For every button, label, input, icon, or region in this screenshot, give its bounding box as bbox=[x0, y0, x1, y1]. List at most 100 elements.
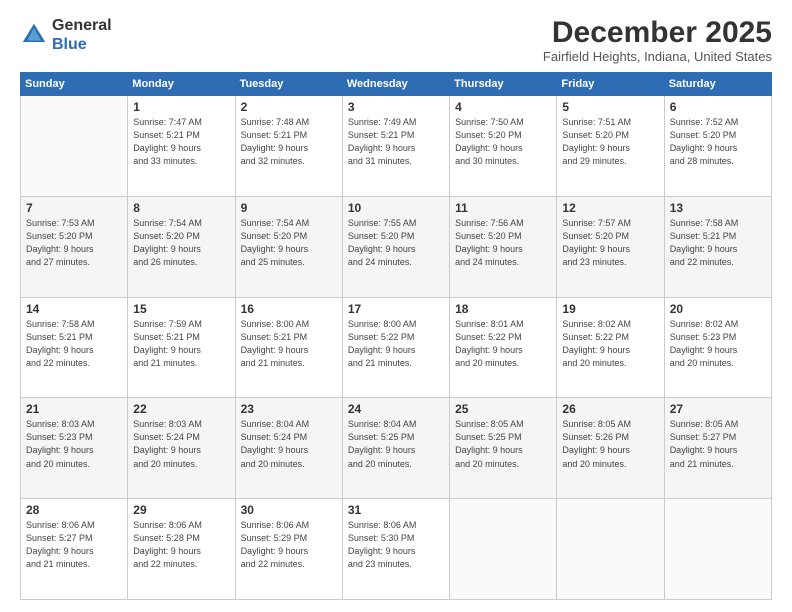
day-info: Sunrise: 8:06 AM Sunset: 5:30 PM Dayligh… bbox=[348, 519, 444, 571]
calendar-cell: 4Sunrise: 7:50 AM Sunset: 5:20 PM Daylig… bbox=[450, 96, 557, 197]
day-number: 12 bbox=[562, 201, 658, 215]
day-info: Sunrise: 7:51 AM Sunset: 5:20 PM Dayligh… bbox=[562, 116, 658, 168]
day-number: 11 bbox=[455, 201, 551, 215]
calendar-cell: 1 Sunrise: 7:47 AM Sunset: 5:21 PM Daylig… bbox=[128, 96, 235, 197]
day-number: 15 bbox=[133, 302, 229, 316]
day-info: Sunrise: 7:47 AM Sunset: 5:21 PM Dayligh… bbox=[133, 116, 229, 168]
calendar-week-row: 28 Sunrise: 8:06 AM Sunset: 5:27 PM Dayli… bbox=[21, 499, 772, 600]
calendar-cell: 14Sunrise: 7:58 AM Sunset: 5:21 PM Dayli… bbox=[21, 297, 128, 398]
day-info: Sunrise: 8:03 AM Sunset: 5:24 PM Dayligh… bbox=[133, 418, 229, 470]
title-block: December 2025 Fairfield Heights, Indiana… bbox=[543, 16, 772, 64]
logo-general: General bbox=[52, 17, 112, 34]
day-info: Sunrise: 7:52 AM Sunset: 5:20 PM Dayligh… bbox=[670, 116, 766, 168]
day-number: 22 bbox=[133, 402, 229, 416]
day-info: Sunrise: 7:55 AM Sunset: 5:20 PM Dayligh… bbox=[348, 217, 444, 269]
calendar-cell: 8Sunrise: 7:54 AM Sunset: 5:20 PM Daylig… bbox=[128, 196, 235, 297]
calendar-cell: 6 Sunrise: 7:52 AM Sunset: 5:20 PM Daylig… bbox=[664, 96, 771, 197]
page: General Blue December 2025 Fairfield Hei… bbox=[0, 0, 792, 612]
calendar-cell: 3Sunrise: 7:49 AM Sunset: 5:21 PM Daylig… bbox=[342, 96, 449, 197]
day-number: 10 bbox=[348, 201, 444, 215]
day-info: Sunrise: 8:04 AM Sunset: 5:25 PM Dayligh… bbox=[348, 418, 444, 470]
day-number: 2 bbox=[241, 100, 337, 114]
logo-text: General Blue bbox=[52, 16, 112, 54]
calendar-cell: 20 Sunrise: 8:02 AM Sunset: 5:23 PM Dayli… bbox=[664, 297, 771, 398]
day-info: Sunrise: 7:54 AM Sunset: 5:20 PM Dayligh… bbox=[241, 217, 337, 269]
day-number: 29 bbox=[133, 503, 229, 517]
header: General Blue December 2025 Fairfield Hei… bbox=[20, 16, 772, 64]
day-number: 21 bbox=[26, 402, 122, 416]
calendar-cell: 21 Sunrise: 8:03 AM Sunset: 5:23 PM Dayli… bbox=[21, 398, 128, 499]
day-number: 5 bbox=[562, 100, 658, 114]
day-info: Sunrise: 7:48 AM Sunset: 5:21 PM Dayligh… bbox=[241, 116, 337, 168]
day-number: 19 bbox=[562, 302, 658, 316]
calendar-cell: 23Sunrise: 8:04 AM Sunset: 5:24 PM Dayli… bbox=[235, 398, 342, 499]
day-number: 7 bbox=[26, 201, 122, 215]
day-info: Sunrise: 8:06 AM Sunset: 5:28 PM Dayligh… bbox=[133, 519, 229, 571]
weekday-header: Thursday bbox=[450, 73, 557, 96]
calendar-cell: 15 Sunrise: 7:59 AM Sunset: 5:21 PM Dayli… bbox=[128, 297, 235, 398]
calendar-week-row: 21 Sunrise: 8:03 AM Sunset: 5:23 PM Dayli… bbox=[21, 398, 772, 499]
calendar-cell: 7 Sunrise: 7:53 AM Sunset: 5:20 PM Daylig… bbox=[21, 196, 128, 297]
day-info: Sunrise: 8:02 AM Sunset: 5:23 PM Dayligh… bbox=[670, 318, 766, 370]
weekday-header: Wednesday bbox=[342, 73, 449, 96]
day-number: 28 bbox=[26, 503, 122, 517]
calendar-week-row: 14Sunrise: 7:58 AM Sunset: 5:21 PM Dayli… bbox=[21, 297, 772, 398]
calendar-cell: 9 Sunrise: 7:54 AM Sunset: 5:20 PM Daylig… bbox=[235, 196, 342, 297]
day-number: 16 bbox=[241, 302, 337, 316]
day-info: Sunrise: 8:05 AM Sunset: 5:25 PM Dayligh… bbox=[455, 418, 551, 470]
weekday-header: Monday bbox=[128, 73, 235, 96]
day-number: 26 bbox=[562, 402, 658, 416]
day-info: Sunrise: 8:05 AM Sunset: 5:26 PM Dayligh… bbox=[562, 418, 658, 470]
day-info: Sunrise: 8:04 AM Sunset: 5:24 PM Dayligh… bbox=[241, 418, 337, 470]
calendar-cell: 29 Sunrise: 8:06 AM Sunset: 5:28 PM Dayli… bbox=[128, 499, 235, 600]
calendar-cell: 10 Sunrise: 7:55 AM Sunset: 5:20 PM Dayli… bbox=[342, 196, 449, 297]
calendar-cell: 26 Sunrise: 8:05 AM Sunset: 5:26 PM Dayli… bbox=[557, 398, 664, 499]
calendar-header-row: SundayMondayTuesdayWednesdayThursdayFrid… bbox=[21, 73, 772, 96]
day-number: 13 bbox=[670, 201, 766, 215]
calendar-cell bbox=[450, 499, 557, 600]
day-info: Sunrise: 7:56 AM Sunset: 5:20 PM Dayligh… bbox=[455, 217, 551, 269]
day-number: 24 bbox=[348, 402, 444, 416]
day-number: 18 bbox=[455, 302, 551, 316]
calendar-cell: 11 Sunrise: 7:56 AM Sunset: 5:20 PM Dayli… bbox=[450, 196, 557, 297]
day-number: 25 bbox=[455, 402, 551, 416]
calendar-cell: 28 Sunrise: 8:06 AM Sunset: 5:27 PM Dayli… bbox=[21, 499, 128, 600]
calendar-cell bbox=[21, 96, 128, 197]
calendar-cell bbox=[664, 499, 771, 600]
calendar-cell: 30 Sunrise: 8:06 AM Sunset: 5:29 PM Dayli… bbox=[235, 499, 342, 600]
day-number: 17 bbox=[348, 302, 444, 316]
day-info: Sunrise: 8:03 AM Sunset: 5:23 PM Dayligh… bbox=[26, 418, 122, 470]
logo: General Blue bbox=[20, 16, 112, 54]
day-info: Sunrise: 8:06 AM Sunset: 5:29 PM Dayligh… bbox=[241, 519, 337, 571]
logo-blue: Blue bbox=[52, 36, 87, 53]
calendar-week-row: 7 Sunrise: 7:53 AM Sunset: 5:20 PM Daylig… bbox=[21, 196, 772, 297]
day-number: 30 bbox=[241, 503, 337, 517]
day-info: Sunrise: 8:00 AM Sunset: 5:21 PM Dayligh… bbox=[241, 318, 337, 370]
day-number: 4 bbox=[455, 100, 551, 114]
day-info: Sunrise: 8:05 AM Sunset: 5:27 PM Dayligh… bbox=[670, 418, 766, 470]
day-info: Sunrise: 7:58 AM Sunset: 5:21 PM Dayligh… bbox=[670, 217, 766, 269]
calendar-week-row: 1 Sunrise: 7:47 AM Sunset: 5:21 PM Daylig… bbox=[21, 96, 772, 197]
day-info: Sunrise: 7:59 AM Sunset: 5:21 PM Dayligh… bbox=[133, 318, 229, 370]
calendar-cell: 18Sunrise: 8:01 AM Sunset: 5:22 PM Dayli… bbox=[450, 297, 557, 398]
location: Fairfield Heights, Indiana, United State… bbox=[543, 49, 772, 64]
calendar-cell: 22 Sunrise: 8:03 AM Sunset: 5:24 PM Dayli… bbox=[128, 398, 235, 499]
day-number: 27 bbox=[670, 402, 766, 416]
day-info: Sunrise: 8:02 AM Sunset: 5:22 PM Dayligh… bbox=[562, 318, 658, 370]
day-number: 1 bbox=[133, 100, 229, 114]
weekday-header: Friday bbox=[557, 73, 664, 96]
calendar-cell bbox=[557, 499, 664, 600]
day-number: 31 bbox=[348, 503, 444, 517]
day-info: Sunrise: 8:06 AM Sunset: 5:27 PM Dayligh… bbox=[26, 519, 122, 571]
calendar-cell: 12Sunrise: 7:57 AM Sunset: 5:20 PM Dayli… bbox=[557, 196, 664, 297]
day-number: 3 bbox=[348, 100, 444, 114]
day-number: 9 bbox=[241, 201, 337, 215]
weekday-header: Sunday bbox=[21, 73, 128, 96]
day-info: Sunrise: 7:54 AM Sunset: 5:20 PM Dayligh… bbox=[133, 217, 229, 269]
calendar-cell: 5 Sunrise: 7:51 AM Sunset: 5:20 PM Daylig… bbox=[557, 96, 664, 197]
weekday-header: Saturday bbox=[664, 73, 771, 96]
day-number: 6 bbox=[670, 100, 766, 114]
day-info: Sunrise: 7:53 AM Sunset: 5:20 PM Dayligh… bbox=[26, 217, 122, 269]
day-number: 20 bbox=[670, 302, 766, 316]
day-info: Sunrise: 7:58 AM Sunset: 5:21 PM Dayligh… bbox=[26, 318, 122, 370]
